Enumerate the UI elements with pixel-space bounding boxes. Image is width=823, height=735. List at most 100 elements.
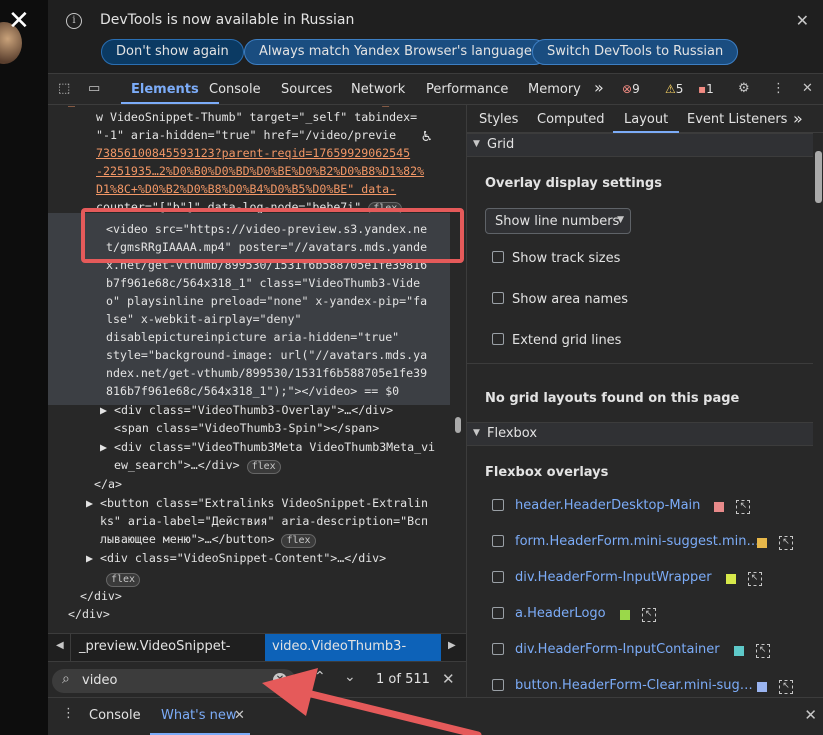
tree-line[interactable]: ks" aria-label="Действия" aria-descripti… [86,512,428,530]
close-search-icon[interactable]: ✕ [442,670,455,688]
tree-line[interactable]: "-1" aria-hidden="true" href="/video/pre… [96,126,396,144]
flexbox-element-link[interactable]: div.HeaderForm-InputContainer [515,642,720,657]
accessibility-icon[interactable]: ♿ [422,127,432,145]
tree-line[interactable]: flex [106,569,141,587]
tree-line[interactable]: 73856100845593123?parent-reqid=176599290… [96,144,410,162]
extend-grid-lines-checkbox[interactable] [492,333,504,345]
reveal-element-icon[interactable]: ↖ [747,572,762,586]
sidebar-scrollbar[interactable] [813,133,823,697]
flexbox-element-link[interactable]: form.HeaderForm.mini-suggest.min… [515,534,760,549]
breadcrumb-item[interactable]: _preview.VideoSnippet-Thumb [70,634,266,680]
tree-line[interactable]: ▶ <div class="VideoThumb3-Overlay">…</di… [100,401,393,419]
overlay-color-swatch[interactable] [757,682,767,692]
scroll-thumb[interactable] [815,151,822,203]
flexbox-overlay-item[interactable]: div.HeaderForm-InputContainer ↖ [467,641,813,661]
match-language-button[interactable]: Always match Yandex Browser's language [244,39,547,65]
tree-line[interactable]: </div> [68,605,110,623]
flexbox-element-link[interactable]: button.HeaderForm-Clear.mini-sug… [515,678,753,693]
flex-badge[interactable]: flex [246,460,281,474]
tab-sources[interactable]: Sources [281,82,332,97]
flex-badge[interactable]: flex [281,534,316,548]
reveal-element-icon[interactable]: ↖ [736,500,751,514]
kebab-menu-icon[interactable]: ⋮ [772,81,785,96]
reveal-element-icon[interactable]: ↖ [779,680,793,694]
tree-line[interactable]: <span class="VideoThumb3-Spin"></span> [100,419,379,437]
tab-event-listeners[interactable]: Event Listeners [687,112,787,127]
tree-line[interactable]: ew_search">…</div> flex [100,456,281,474]
tree-line[interactable]: D1%8C+%D0%B2%D0%B8%D0%B4%D0%B5%D0%BE" da… [96,180,396,198]
flexbox-element-link[interactable]: a.HeaderLogo [515,606,606,621]
overlay-color-swatch[interactable] [619,610,630,620]
show-area-names-checkbox[interactable] [492,292,504,304]
tree-line[interactable]: lse" x-webkit-airplay="deny" [106,310,301,328]
breadcrumb-right-icon[interactable]: ▶ [448,640,456,651]
tab-layout[interactable]: Layout [624,112,668,127]
flexbox-overlay-item[interactable]: form.HeaderForm.mini-suggest.min… ↖ [467,533,813,553]
issues-badge[interactable]: ▪1 [698,82,714,96]
tab-styles[interactable]: Styles [479,112,518,127]
warning-badge[interactable]: ⚠5 [665,82,683,96]
inspect-icon[interactable]: ⬚ [58,81,70,96]
tree-line[interactable]: -2251935…2%D0%B0%D0%BD%D0%BE%D0%B2%D0%B8… [96,162,424,180]
overlay-color-swatch[interactable] [725,574,736,584]
elements-scrollbar[interactable] [453,105,463,632]
tree-line[interactable]: 816b7f961e68c/564x318_1");"></video> == … [106,382,399,400]
flexbox-overlay-item[interactable]: header.HeaderDesktop-Main ↖ [467,497,813,517]
overlay-color-swatch[interactable] [733,646,744,656]
flex-badge[interactable]: flex [106,573,141,587]
settings-gear-icon[interactable]: ⚙ [738,81,750,96]
close-icon[interactable]: ✕ [8,8,30,34]
flexbox-overlay-checkbox[interactable] [492,607,504,619]
close-drawer-icon[interactable]: ✕ [804,706,817,724]
tab-network[interactable]: Network [351,82,405,97]
tree-line[interactable]: </a> [94,475,122,493]
previous-match-icon[interactable]: ⌃ [314,669,326,685]
overlay-color-swatch[interactable] [714,502,725,512]
close-tab-icon[interactable]: ✕ [234,708,245,723]
tab-console[interactable]: Console [209,82,261,97]
grid-section-header[interactable]: ▼ Grid [467,133,813,157]
breadcrumb-left-icon[interactable]: ◀ [56,640,64,651]
more-tabs-icon[interactable]: » [594,78,604,97]
more-sidebar-tabs-icon[interactable]: » [793,109,803,128]
drawer-tab-console[interactable]: Console [89,708,141,723]
tab-performance[interactable]: Performance [426,82,508,97]
search-input[interactable]: ⌕ video ✕ [52,669,296,693]
tab-computed[interactable]: Computed [537,112,605,127]
flexbox-overlay-checkbox[interactable] [492,643,504,655]
tree-line[interactable]: </div> [80,587,122,605]
next-match-icon[interactable]: ⌄ [344,669,356,685]
breadcrumb-item-active[interactable]: video.VideoThumb3-Video [265,634,441,680]
overlay-color-swatch[interactable] [757,538,767,548]
tree-line[interactable]: ▶ <div class="VideoSnippet-Content">…</d… [86,549,386,567]
line-numbers-select[interactable]: Show line numbers ▼ [485,208,631,234]
drawer-menu-icon[interactable]: ⋮ [62,706,75,721]
error-badge[interactable]: ⊗9 [622,82,640,96]
reveal-element-icon[interactable]: ↖ [779,536,793,550]
flexbox-overlay-checkbox[interactable] [492,535,504,547]
tree-line[interactable]: w VideoSnippet-Thumb" target="_self" tab… [96,108,417,126]
reveal-element-icon[interactable]: ↖ [641,608,656,622]
flexbox-overlay-item[interactable]: div.HeaderForm-InputWrapper ↖ [467,569,813,589]
tree-line[interactable]: лывающее меню">…</button> flex [86,530,316,548]
flexbox-overlay-item[interactable]: a.HeaderLogo ↖ [467,605,813,625]
flexbox-overlay-checkbox[interactable] [492,571,504,583]
tree-line[interactable]: disablepictureinpicture aria-hidden="tru… [106,328,399,346]
switch-russian-button[interactable]: Switch DevTools to Russian [532,39,739,65]
flexbox-element-link[interactable]: header.HeaderDesktop-Main [515,498,700,513]
tab-elements[interactable]: Elements [131,82,199,97]
flexbox-element-link[interactable]: div.HeaderForm-InputWrapper [515,570,712,585]
clear-search-icon[interactable]: ✕ [273,673,287,687]
tree-line[interactable]: ▶ <button class="Extralinks VideoSnippet… [86,494,428,512]
tree-line[interactable]: ndex.net/get-vthumb/899530/1531f6b588705… [106,364,427,382]
infobar-close-icon[interactable]: ✕ [796,11,809,30]
close-devtools-icon[interactable]: ✕ [802,81,813,96]
reveal-element-icon[interactable]: ↖ [755,644,770,658]
scroll-thumb[interactable] [455,417,461,433]
flexbox-overlay-checkbox[interactable] [492,499,504,511]
flexbox-overlay-checkbox[interactable] [492,679,504,691]
tree-line[interactable]: o" playsinline preload="none" x-yandex-p… [106,292,427,310]
tree-line[interactable]: b7f961e68c/564x318_1" class="VideoThumb3… [106,274,420,292]
device-toolbar-icon[interactable]: ▭ [88,81,100,96]
flexbox-overlay-item[interactable]: button.HeaderForm-Clear.mini-sug… ↖ [467,677,813,697]
